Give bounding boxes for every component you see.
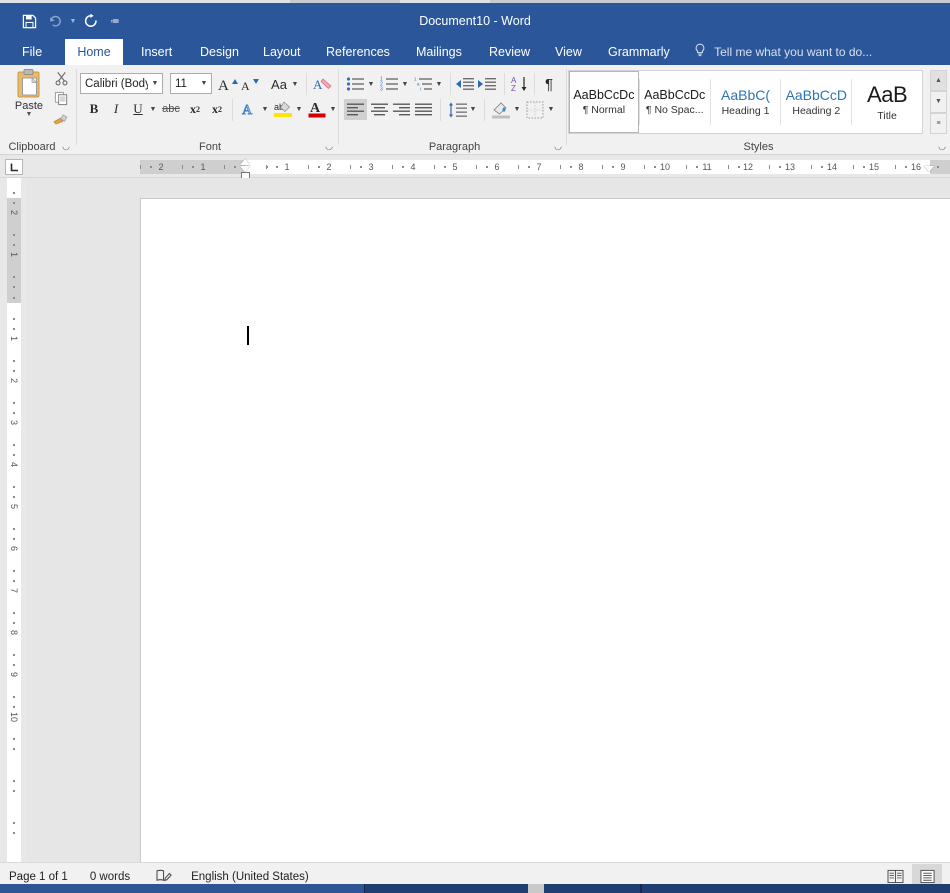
- vruler-mark: 2: [9, 210, 19, 216]
- proofing-errors-icon[interactable]: [156, 869, 173, 884]
- vruler-mark: 8: [9, 630, 19, 636]
- group-label-styles: Styles: [743, 141, 774, 153]
- tab-layout[interactable]: Layout: [253, 39, 306, 65]
- vruler-mark: 9: [9, 672, 19, 678]
- vruler-mark: 1: [9, 336, 19, 342]
- ruler-mark: 6: [494, 162, 500, 172]
- tab-view[interactable]: View: [545, 39, 589, 65]
- style-item-no-spacing[interactable]: AaBbCcDc ¶ No Spac...: [640, 71, 710, 133]
- ruler-mark: 4: [410, 162, 416, 172]
- ruler-mark: 5: [452, 162, 458, 172]
- ruler-mark: 11: [702, 162, 712, 172]
- ruler-mark: 8: [578, 162, 584, 172]
- vruler-mark: 1: [9, 252, 19, 258]
- tell-me-search[interactable]: Tell me what you want to do...: [694, 39, 872, 65]
- tab-home[interactable]: Home: [65, 39, 123, 65]
- style-item-heading-2[interactable]: AaBbCcD Heading 2: [781, 71, 851, 133]
- ruler-mark: 3: [368, 162, 374, 172]
- styles-more-icon[interactable]: ≡: [930, 112, 947, 134]
- ruler-mark: 1: [200, 162, 206, 172]
- tab-file[interactable]: File: [12, 39, 50, 65]
- ribbon: Paste ▼ Clipboard ◡ Calibri (Body) ▼ 11 …: [0, 65, 950, 155]
- tab-references[interactable]: References: [316, 39, 398, 65]
- tab-design[interactable]: Design: [190, 39, 243, 65]
- vertical-ruler[interactable]: 2 1 1 2 3 4 5 6 7 8 9 10: [0, 178, 27, 862]
- style-label: ¶ Normal: [582, 104, 626, 116]
- style-preview: AaB: [867, 82, 908, 107]
- document-page[interactable]: [140, 198, 950, 862]
- style-label: Heading 1: [721, 105, 770, 117]
- vruler-mark: 10: [9, 711, 19, 722]
- ruler-mark: 12: [742, 162, 753, 172]
- style-item-heading-1[interactable]: AaBbC( Heading 1: [711, 71, 781, 133]
- vruler-mark: 4: [9, 462, 19, 468]
- taskbar-sliver: [0, 884, 950, 893]
- tab-review[interactable]: Review: [479, 39, 534, 65]
- tab-stop-selector-icon[interactable]: [5, 159, 23, 175]
- right-indent-marker[interactable]: [924, 166, 934, 172]
- ruler-mark: 13: [784, 162, 795, 172]
- document-canvas[interactable]: [27, 178, 950, 862]
- style-label: Title: [877, 110, 897, 122]
- lightbulb-icon: [694, 40, 706, 66]
- window-title: Document10 - Word: [419, 14, 531, 28]
- styles-gallery: AaBbCcDc ¶ Normal AaBbCcDc ¶ No Spac... …: [568, 70, 923, 134]
- style-label: Heading 2: [792, 105, 841, 117]
- style-preview: AaBbCcDc: [644, 88, 706, 102]
- tab-grammarly[interactable]: Grammarly: [598, 39, 678, 65]
- vruler-mark: 5: [9, 504, 19, 510]
- ruler-mark: 14: [826, 162, 837, 172]
- title-bar: ▼ ≔ Document10 - Word: [0, 3, 950, 39]
- tab-insert[interactable]: Insert: [131, 39, 179, 65]
- language-label[interactable]: English (United States): [191, 871, 309, 883]
- style-item-normal[interactable]: AaBbCcDc ¶ Normal: [569, 71, 639, 133]
- word-count-label[interactable]: 0 words: [90, 871, 130, 883]
- ruler-mark: 15: [868, 162, 879, 172]
- ruler-mark: 9: [620, 162, 626, 172]
- style-preview: AaBbCcD: [785, 87, 848, 103]
- ribbon-group-styles: AaBbCcDc ¶ Normal AaBbCcDc ¶ No Spac... …: [0, 65, 950, 155]
- tell-me-label: Tell me what you want to do...: [714, 45, 873, 59]
- first-line-indent-marker[interactable]: [240, 159, 250, 165]
- text-cursor: [247, 326, 249, 345]
- vruler-mark: 7: [9, 588, 19, 594]
- vruler-mark: 2: [9, 378, 19, 384]
- styles-scrollbar[interactable]: ▲ ▼ ≡: [930, 70, 947, 134]
- ruler-mark: 1: [284, 162, 290, 172]
- ruler-mark: 16: [910, 162, 921, 172]
- style-preview: AaBbCcDc: [573, 88, 635, 102]
- vruler-mark: 6: [9, 546, 19, 552]
- page-count-label[interactable]: Page 1 of 1: [9, 871, 68, 883]
- ruler-mark: 7: [536, 162, 542, 172]
- style-item-title[interactable]: AaB Title: [852, 71, 922, 133]
- horizontal-ruler[interactable]: 2 1 1 2 3 4 5 6 7 8 9 10 11 12 13 14 15 …: [0, 155, 950, 179]
- styles-dialog-launcher[interactable]: ◡: [936, 140, 948, 152]
- ruler-mark: 2: [326, 162, 332, 172]
- styles-scroll-up-icon[interactable]: ▲: [930, 70, 947, 92]
- ribbon-tab-strip: File Home Insert Design Layout Reference…: [0, 39, 950, 65]
- vruler-mark: 3: [9, 420, 19, 426]
- ruler-mark: 2: [158, 162, 164, 172]
- styles-scroll-down-icon[interactable]: ▼: [930, 91, 947, 113]
- word-application-window: ▼ ≔ Document10 - Word File Home Insert D…: [0, 0, 950, 893]
- style-label: ¶ No Spac...: [645, 104, 704, 116]
- ruler-mark: 10: [659, 162, 670, 172]
- tab-mailings[interactable]: Mailings: [406, 39, 468, 65]
- style-preview: AaBbC(: [720, 87, 771, 103]
